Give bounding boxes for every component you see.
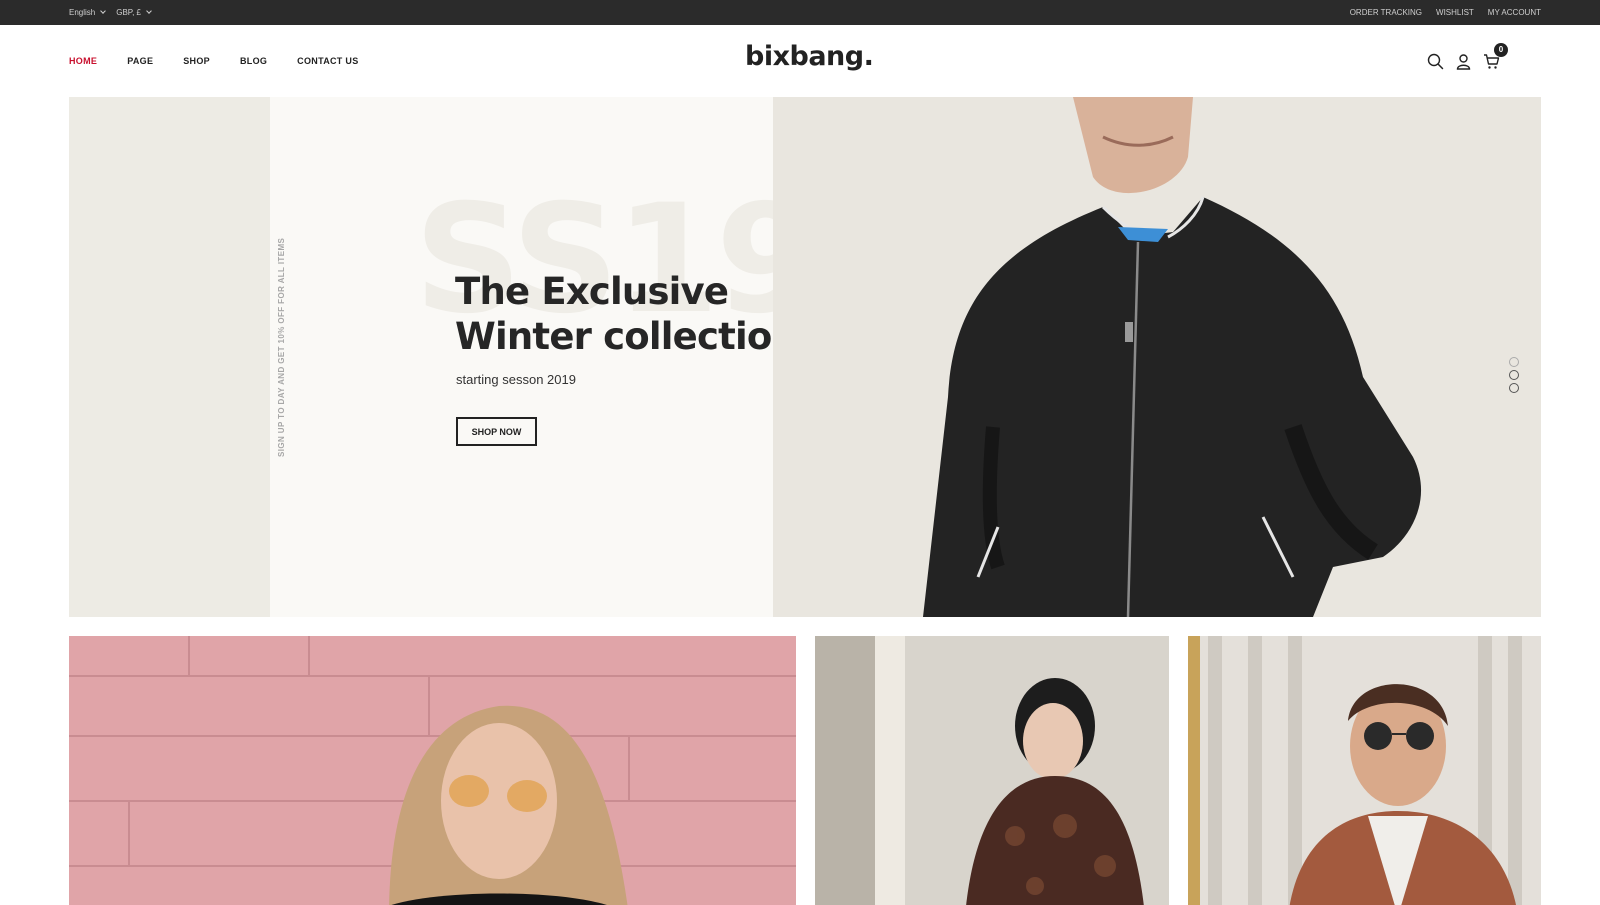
category-tile-men[interactable] [1188,636,1541,905]
site-logo[interactable]: bixbang. [745,41,874,72]
hero-promo-vertical-text: SIGN UP TO DAY AND GET 10% OFF FOR All I… [277,237,286,457]
hero-subtitle: starting sesson 2019 [456,372,576,387]
my-account-link[interactable]: MY ACCOUNT [1488,8,1541,17]
header-icons: 0 [1427,25,1508,97]
cart-icon[interactable]: 0 [1483,42,1508,70]
slider-dot-2[interactable] [1509,370,1519,380]
currency-label: GBP, £ [116,8,142,17]
hero-slider: SIGN UP TO DAY AND GET 10% OFF FOR All I… [69,97,1541,617]
man-sunglasses-image [1188,636,1541,905]
main-nav: HOME PAGE SHOP BLOG CONTACT US [69,25,359,97]
category-tile-accessories[interactable] [815,636,1169,905]
chevron-down-icon [146,8,152,14]
cart-count-badge: 0 [1494,42,1508,57]
top-bar-selectors: English GBP, £ [69,0,152,25]
chevron-down-icon [100,8,107,14]
nav-item-page[interactable]: PAGE [127,56,153,66]
user-icon[interactable] [1455,53,1472,70]
slider-dot-3[interactable] [1509,383,1519,393]
hero-model-image [773,97,1541,617]
nav-item-home[interactable]: HOME [69,56,97,66]
slider-dots [1509,357,1519,393]
search-icon[interactable] [1427,53,1444,70]
order-tracking-link[interactable]: ORDER TRACKING [1350,8,1422,17]
currency-select[interactable]: GBP, £ [116,8,152,17]
slider-dot-1[interactable] [1509,357,1519,367]
top-bar: English GBP, £ ORDER TRACKING WISHLIST M… [0,0,1600,25]
nav-item-shop[interactable]: SHOP [183,56,210,66]
top-bar-links: ORDER TRACKING WISHLIST MY ACCOUNT [1350,0,1541,25]
wishlist-link[interactable]: WISHLIST [1436,8,1474,17]
woman-patterned-shirt-image [815,636,1169,905]
woman-pink-wall-image [69,636,796,905]
language-select[interactable]: English [69,8,107,17]
nav-item-blog[interactable]: BLOG [240,56,267,66]
category-tile-women[interactable] [69,636,796,905]
nav-item-contact-us[interactable]: CONTACT US [297,56,358,66]
site-header: HOME PAGE SHOP BLOG CONTACT US bixbang. … [0,25,1600,97]
shop-now-button[interactable]: SHOP NOW [456,417,537,446]
language-label: English [69,8,96,17]
